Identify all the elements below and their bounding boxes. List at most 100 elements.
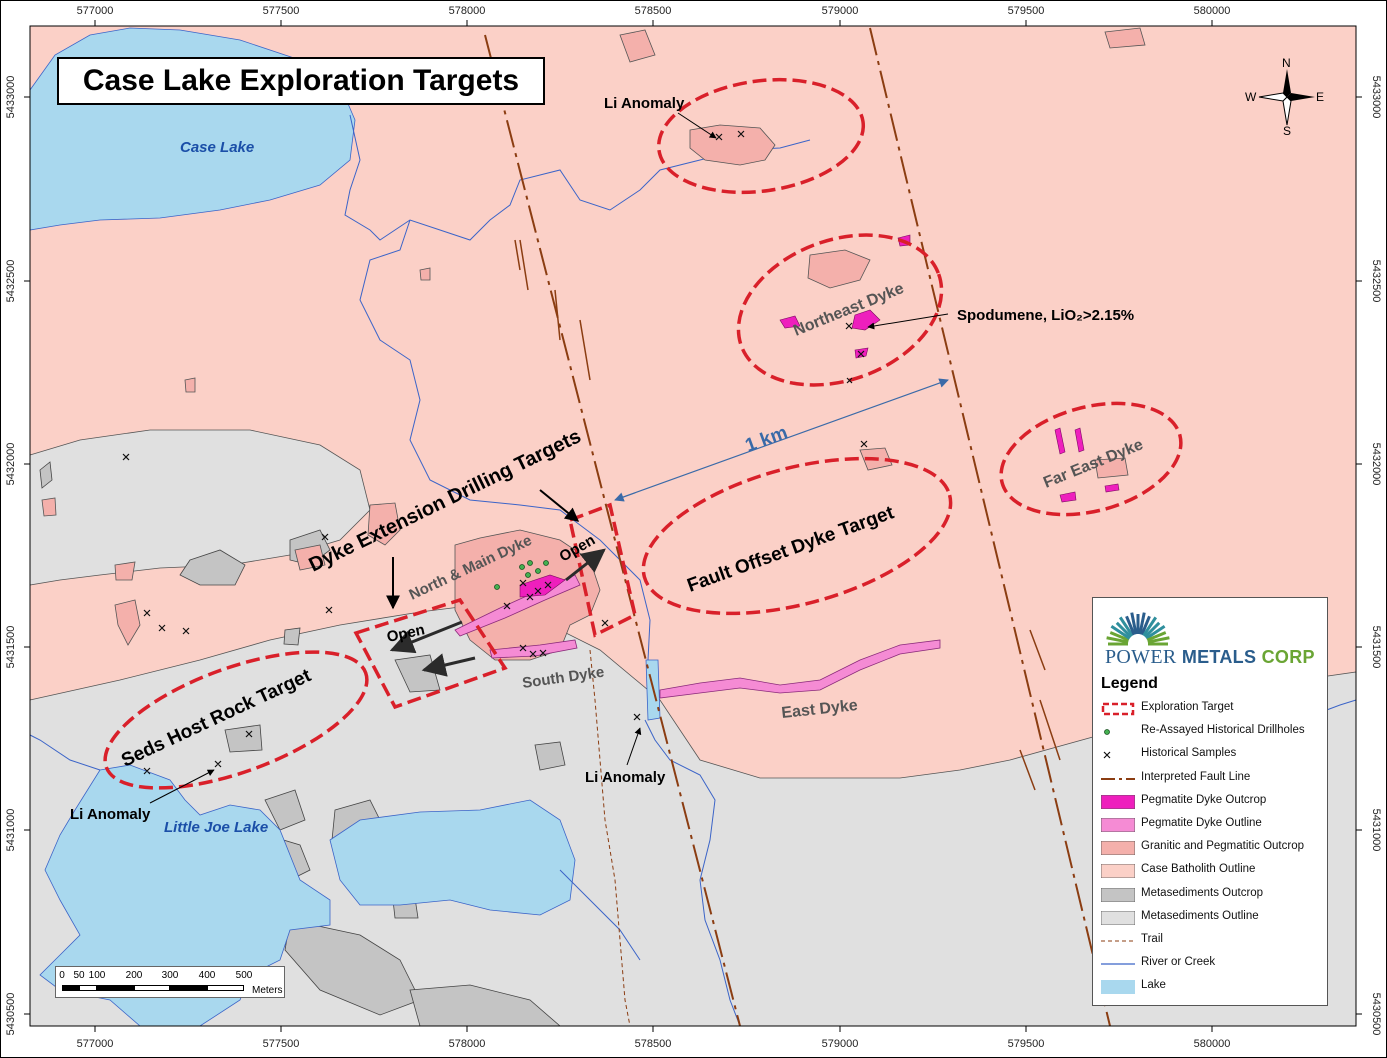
legend-label: Historical Samples	[1141, 747, 1237, 760]
y-tick-label: 5431000	[1370, 809, 1382, 852]
x-tick-label: 578000	[449, 5, 486, 17]
scale-bar: Meters 0 50 100 200 300 400 500	[55, 966, 285, 998]
x-tick-label: 578500	[635, 1038, 672, 1050]
legend-swatch-fault	[1101, 772, 1135, 786]
label-li-anomaly-left: Li Anomaly	[70, 806, 151, 823]
scale-tick-label: 100	[88, 970, 106, 981]
legend-item-peg_out: Pegmatite Dyke Outcrop	[1100, 792, 1327, 812]
legend-label: Case Batholith Outline	[1141, 863, 1256, 876]
legend-swatch-trail	[1101, 934, 1135, 948]
scale-segment	[134, 985, 170, 991]
x-tick-label: 579500	[1008, 1038, 1045, 1050]
map-title: Case Lake Exploration Targets	[82, 64, 520, 97]
legend-label: Metasediments Outcrop	[1141, 886, 1264, 899]
drillhole-marker	[543, 560, 549, 566]
x-tick-label: 580000	[1194, 1038, 1231, 1050]
legend-label: Pegmatite Dyke Outcrop	[1141, 793, 1267, 806]
drillhole-marker	[527, 560, 533, 566]
legend-title: Legend	[1101, 675, 1158, 692]
compass-n: N	[1282, 56, 1291, 70]
legend-item-meta_line: Metasediments Outline	[1100, 908, 1327, 928]
scale-unit: Meters	[252, 985, 283, 996]
logo-word-corp: CORP	[1261, 647, 1315, 667]
y-tick-label: 5433000	[5, 76, 17, 119]
legend-label: Re-Assayed Historical Drillholes	[1141, 724, 1305, 737]
legend-label: Trail	[1141, 933, 1163, 945]
y-tick-label: 5432000	[1370, 443, 1382, 486]
meta-outcrop	[283, 627, 301, 646]
legend-item-trail: Trail	[1101, 931, 1327, 951]
legend-item-fault: Interpreted Fault Line	[1101, 769, 1327, 789]
x-tick-label: 577500	[263, 5, 300, 17]
logo-word-power: POWER	[1105, 646, 1177, 668]
x-tick-label: 577500	[263, 1038, 300, 1050]
scale-segment	[170, 985, 207, 991]
legend-swatch-target	[1101, 702, 1135, 716]
y-tick-label: 5430500	[5, 993, 17, 1036]
legend-swatch-granitic	[1100, 840, 1136, 856]
scale-segment	[97, 985, 134, 991]
y-tick-label: 5432500	[1370, 260, 1382, 303]
compass-e: E	[1316, 90, 1324, 104]
legend-item-target: Exploration Target	[1101, 699, 1327, 719]
label-spodumene: Spodumene, LiO₂>2.15%	[957, 307, 1134, 324]
x-tick-label: 579000	[822, 5, 859, 17]
y-tick-label: 5431500	[1370, 626, 1382, 669]
x-tick-label: 580000	[1194, 5, 1231, 17]
drillhole-marker	[525, 572, 531, 578]
x-tick-label: 577000	[77, 1038, 114, 1050]
legend-swatch-meta_out	[1100, 887, 1136, 902]
company-logo: POWER METALS CORP	[1101, 602, 1321, 668]
legend-item-lake: Lake	[1101, 977, 1327, 997]
legend-item-drill: Re-Assayed Historical Drillholes	[1101, 722, 1327, 742]
granitic-outcrop	[419, 267, 431, 281]
compass-s: S	[1283, 124, 1291, 138]
scale-tick-label: 500	[235, 970, 253, 981]
meta-outcrop	[224, 724, 263, 753]
legend-swatch-peg_out	[1100, 794, 1136, 810]
x-tick-label: 578500	[635, 5, 672, 17]
drillhole-marker	[519, 564, 525, 570]
scale-tick-label: 300	[161, 970, 179, 981]
legend-item-river: River or Creek	[1101, 954, 1327, 974]
y-tick-label: 5432000	[5, 443, 17, 486]
drillhole-marker	[535, 568, 541, 574]
label-case-lake: Case Lake	[180, 139, 254, 156]
scale-segment	[79, 985, 97, 991]
legend-item-meta_out: Metasediments Outcrop	[1100, 885, 1327, 905]
x-tick-label: 578000	[449, 1038, 486, 1050]
legend-panel: POWER METALS CORP Legend Exploration Tar…	[1092, 597, 1328, 1006]
scale-segment	[207, 985, 244, 991]
legend-label: Pegmatite Dyke Outline	[1141, 817, 1262, 829]
legend-label: Lake	[1141, 979, 1166, 992]
label-li-anomaly-top: Li Anomaly	[604, 95, 685, 112]
legend-swatch-drill	[1101, 725, 1135, 739]
label-little-joe-lake: Little Joe Lake	[164, 819, 268, 836]
label-li-anomaly-bottom: Li Anomaly	[585, 769, 666, 786]
compass-w: W	[1245, 90, 1257, 104]
drillhole-marker	[494, 584, 500, 590]
y-tick-label: 5431500	[5, 626, 17, 669]
y-tick-label: 5431000	[5, 809, 17, 852]
logo-word-metals: METALS	[1181, 647, 1257, 667]
legend-label: Interpreted Fault Line	[1141, 770, 1251, 783]
y-tick-label: 5430500	[1370, 993, 1382, 1036]
scale-tick-label: 400	[198, 970, 216, 981]
x-tick-label: 577000	[77, 5, 114, 17]
y-tick-label: 5432500	[5, 260, 17, 303]
legend-label: Metasediments Outline	[1141, 909, 1259, 922]
legend-swatch-meta_line	[1100, 910, 1136, 926]
scale-tick-label: 0	[59, 970, 65, 981]
granitic-outcrop	[114, 561, 136, 581]
legend-swatch-batholith	[1100, 863, 1136, 879]
legend-label: Granitic and Pegmatitic Outcrop	[1141, 840, 1304, 853]
legend-item-peg_line: Pegmatite Dyke Outline	[1100, 815, 1327, 835]
scale-tick-label: 50	[73, 970, 85, 981]
x-tick-label: 579500	[1008, 5, 1045, 17]
scale-tick-label: 200	[125, 970, 143, 981]
x-tick-label: 579000	[822, 1038, 859, 1050]
legend-label: River or Creek	[1141, 956, 1216, 969]
granitic-outcrop	[1104, 27, 1146, 49]
legend-label: Exploration Target	[1141, 701, 1234, 713]
legend-swatch-lake	[1101, 980, 1135, 995]
